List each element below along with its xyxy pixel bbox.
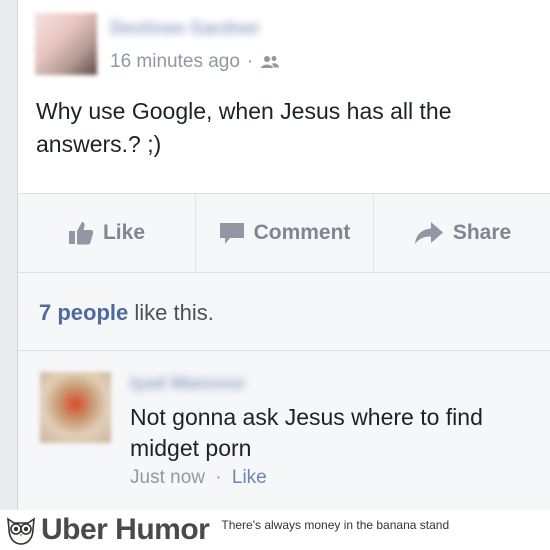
share-button-label: Share [452, 221, 512, 244]
likes-summary: 7 people like this. [18, 273, 550, 350]
post-card: Destinee Gardner 16 minutes ago · Why us… [17, 0, 550, 510]
likes-text: 7 people like this. [39, 300, 214, 326]
commenter-name[interactable]: Iyad Mansour [130, 373, 246, 394]
post-author-name[interactable]: Destinee Gardner [110, 18, 260, 39]
comment-meta: Just now · Like [130, 467, 267, 489]
post-action-bar: Like Comment Share [18, 194, 550, 272]
brand-name: Uber Humor [41, 513, 210, 546]
comment-button-label: Comment [253, 221, 351, 244]
share-arrow-icon [414, 222, 443, 244]
comment-button[interactable]: Comment [196, 194, 374, 272]
comment-item: Iyad Mansour Not gonna ask Jesus where t… [18, 351, 550, 510]
comment-like-link[interactable]: Like [232, 467, 267, 488]
thumbs-up-icon [68, 222, 94, 245]
watermark-footer: Uber Humor There's always money in the b… [0, 510, 550, 550]
post-timestamp[interactable]: 16 minutes ago [110, 51, 240, 73]
comment-text: Not gonna ask Jesus where to find midget… [130, 404, 483, 461]
post-author-avatar[interactable] [35, 13, 97, 75]
friends-icon [261, 56, 280, 68]
brand-tagline: There's always money in the banana stand [221, 518, 450, 532]
likes-count-link[interactable]: 7 people [39, 300, 128, 325]
comment-icon [219, 223, 244, 244]
facebook-screen: Destinee Gardner 16 minutes ago · Why us… [0, 0, 550, 510]
comment-meta-separator: · [215, 467, 222, 488]
like-button[interactable]: Like [18, 194, 196, 272]
commenter-avatar[interactable] [40, 372, 111, 443]
owl-logo-icon [7, 517, 35, 545]
like-button-label: Like [102, 221, 146, 244]
post-text: Why use Google, when Jesus has all the a… [36, 98, 452, 157]
likes-suffix: like this. [134, 300, 214, 325]
comment-timestamp: Just now [130, 467, 205, 488]
meta-separator: · [246, 51, 254, 72]
share-button[interactable]: Share [374, 194, 550, 272]
post-meta: 16 minutes ago · [110, 51, 280, 73]
